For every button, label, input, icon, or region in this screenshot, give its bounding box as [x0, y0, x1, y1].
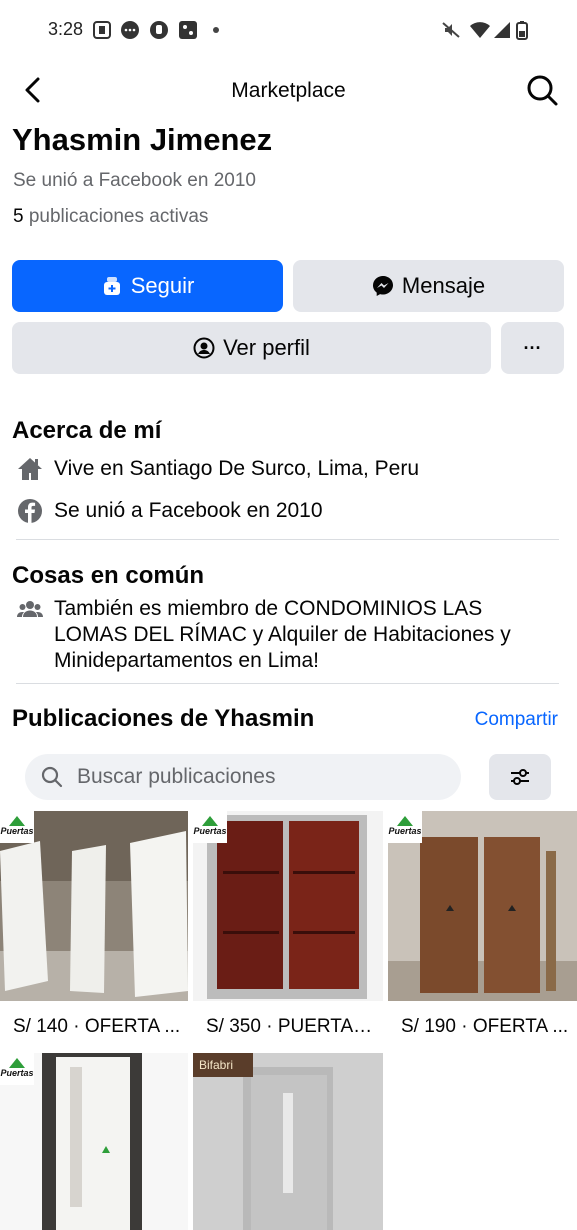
group-icon — [17, 601, 43, 617]
common-joiner: y — [252, 623, 264, 646]
follow-label: Seguir — [130, 273, 195, 298]
about-title: Acerca de mí — [12, 417, 162, 444]
page-title: Marketplace — [231, 79, 346, 102]
share-link[interactable]: Compartir — [475, 709, 558, 731]
messenger-icon — [372, 276, 393, 296]
message-label: Mensaje — [401, 273, 486, 298]
more-options-button[interactable]: ··· — [501, 322, 564, 374]
listings-search — [25, 754, 461, 800]
mute-icon — [442, 22, 460, 38]
follow-button[interactable]: Seguir — [12, 260, 283, 312]
view-profile-label: Ver perfil — [223, 335, 310, 360]
listing-price: S/ 190 · OFERTA ... — [401, 1016, 569, 1037]
filter-icon — [511, 769, 529, 785]
photo-icon — [179, 21, 197, 39]
about-joined: Se unió a Facebook en 2010 — [54, 499, 323, 522]
signal-icon — [494, 22, 510, 38]
active-count: 5 — [13, 206, 24, 227]
listing-card[interactable]: Bifabri — [193, 1053, 383, 1230]
listing-photo — [193, 1053, 383, 1230]
shield-icon — [150, 21, 168, 39]
listing-card[interactable]: Puertas S/ 190 · OFERTA ... — [388, 811, 577, 1051]
divider — [16, 683, 559, 684]
follow-icon — [103, 277, 120, 295]
home-icon — [18, 458, 42, 480]
lives-prefix: Vive en — [54, 457, 124, 480]
brand-logo: Puertas — [0, 1053, 34, 1085]
view-profile-button[interactable]: Ver perfil — [12, 322, 491, 374]
dot-icon — [213, 27, 219, 33]
brand-logo: Puertas — [388, 811, 422, 843]
joined-text: Se unió a Facebook en 2010 — [13, 170, 256, 191]
status-time: 3:28 — [48, 19, 84, 39]
wifi-icon — [470, 22, 490, 38]
brand-logo: Puertas — [193, 811, 227, 843]
message-button[interactable]: Mensaje — [293, 260, 564, 312]
filter-button[interactable] — [489, 754, 551, 800]
listing-price: S/ 350 · PUERTAS ... — [206, 1016, 376, 1037]
listing-card[interactable]: Puertas — [0, 1053, 188, 1230]
active-listings: 5 publicaciones activas — [13, 206, 208, 228]
top-nav: Marketplace — [0, 60, 577, 122]
listing-price: S/ 140 · OFERTA ... — [13, 1016, 181, 1037]
common-groups-row: También es miembro de CONDOMINIOS LAS LO… — [16, 596, 561, 674]
status-bar: 3:28 — [0, 0, 577, 60]
listing-card[interactable]: Puertas S/ 350 · PUERTAS ... — [193, 811, 383, 1051]
search-icon — [41, 766, 63, 788]
search-icon[interactable] — [525, 73, 559, 107]
user-circle-icon — [193, 337, 215, 359]
joined-row: Se unió a Facebook en 2010 — [16, 498, 561, 525]
screen-icon — [93, 21, 111, 39]
divider — [16, 539, 559, 540]
chat-bubble-icon — [121, 21, 139, 39]
brand-logo: Puertas — [0, 811, 34, 843]
more-icon: ··· — [523, 337, 542, 358]
profile-name: Yhasmin Jimenez — [12, 122, 273, 157]
lives-place[interactable]: Santiago De Surco, Lima, Peru — [130, 457, 420, 480]
active-label: publicaciones activas — [28, 206, 209, 227]
listings-search-input[interactable] — [77, 765, 437, 789]
lives-in-row: Vive en Santiago De Surco, Lima, Peru — [16, 456, 561, 483]
common-prefix: También es miembro de — [54, 597, 279, 620]
listings-title: Publicaciones de Yhasmin — [12, 705, 315, 732]
facebook-icon — [18, 499, 42, 523]
listing-card[interactable]: Puertas S/ 140 · OFERTA ... — [0, 811, 188, 1051]
common-title: Cosas en común — [12, 562, 205, 589]
battery-icon — [516, 21, 528, 40]
brand-logo: Bifabri — [193, 1053, 253, 1077]
